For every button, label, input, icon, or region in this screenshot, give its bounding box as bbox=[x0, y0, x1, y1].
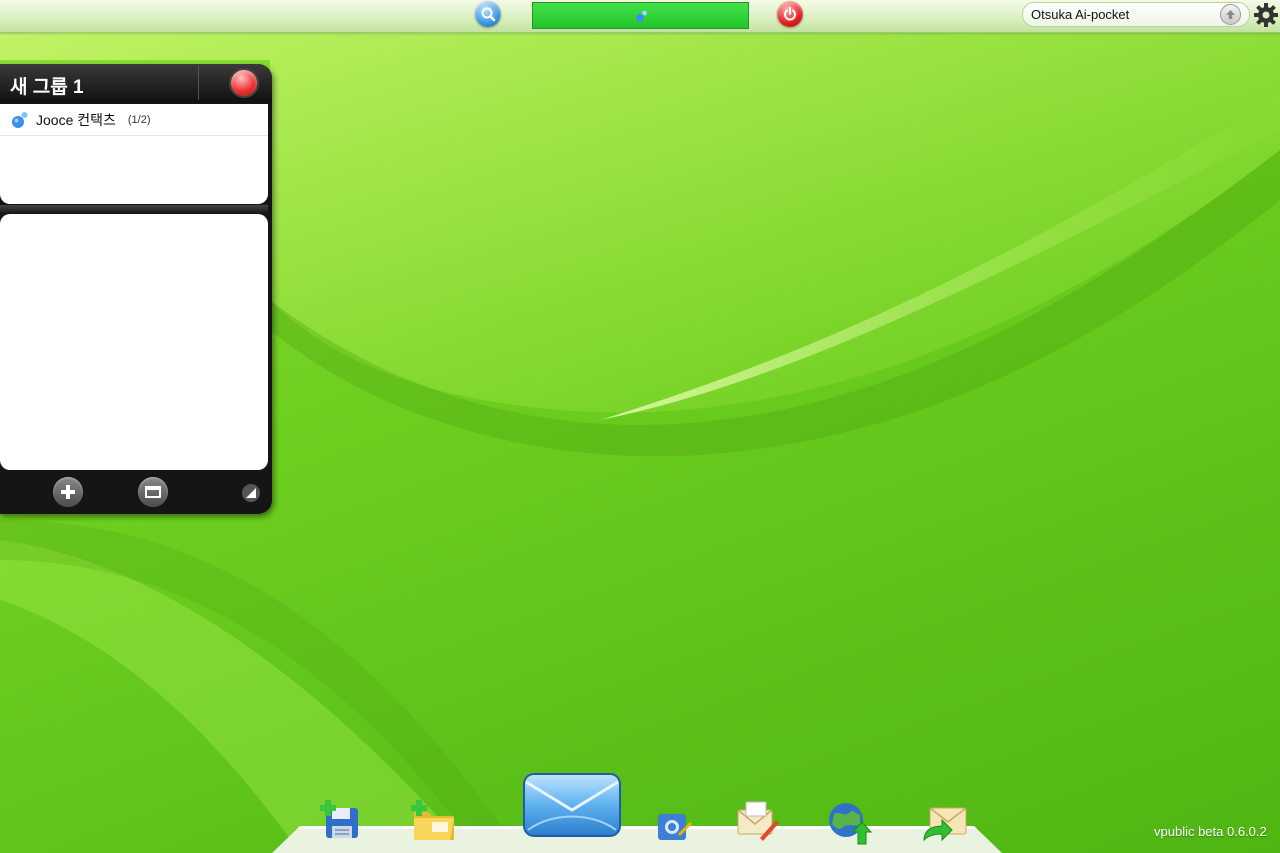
header-divider bbox=[198, 66, 199, 100]
widget-title: 새 그룹 1 bbox=[10, 77, 84, 98]
new-folder-icon[interactable] bbox=[410, 798, 458, 844]
upload-button[interactable] bbox=[1220, 4, 1241, 25]
mail-app-icon[interactable] bbox=[522, 772, 622, 838]
search-button[interactable] bbox=[475, 1, 501, 27]
upload-arrow-icon bbox=[1226, 10, 1235, 19]
add-button[interactable] bbox=[53, 477, 83, 507]
window-icon bbox=[145, 486, 161, 498]
resize-icon[interactable] bbox=[241, 483, 261, 503]
power-icon bbox=[784, 7, 796, 21]
power-button[interactable] bbox=[777, 1, 803, 27]
contact-panel: Jooce 컨택츠 (1/2) bbox=[0, 104, 268, 204]
window-button[interactable] bbox=[138, 477, 168, 507]
save-new-icon[interactable] bbox=[320, 798, 364, 842]
plus-icon bbox=[61, 485, 75, 499]
widget-content-panel bbox=[0, 214, 268, 470]
contact-count: (1/2) bbox=[127, 113, 151, 126]
search-icon bbox=[481, 7, 496, 22]
contact-icon bbox=[12, 111, 28, 128]
dock-shelf bbox=[272, 826, 1002, 853]
close-icon[interactable] bbox=[231, 70, 257, 96]
contact-name: Jooce 컨택츠 bbox=[36, 111, 116, 128]
top-bar: Otsuka Ai-pocket bbox=[0, 0, 1280, 33]
photo-upload-icon[interactable] bbox=[654, 806, 694, 846]
widget-header[interactable]: 새 그룹 1 bbox=[0, 64, 272, 102]
widget-footer bbox=[0, 474, 272, 514]
user-status-icon bbox=[635, 10, 647, 22]
desktop: Otsuka Ai-pocket 새 그룹 1 Jooce 컨택츠 (1/2) … bbox=[0, 0, 1280, 853]
web-upload-icon[interactable] bbox=[826, 798, 874, 846]
group-widget: 새 그룹 1 Jooce 컨택츠 (1/2) bbox=[0, 64, 272, 514]
version-label: vpublic beta 0.6.0.2 bbox=[1154, 824, 1267, 839]
panel-divider[interactable] bbox=[0, 205, 268, 213]
list-item[interactable]: Jooce 컨택츠 (1/2) bbox=[0, 104, 268, 136]
presence-status-bar[interactable] bbox=[532, 2, 749, 29]
account-name: Otsuka Ai-pocket bbox=[1031, 7, 1130, 22]
account-field[interactable]: Otsuka Ai-pocket bbox=[1022, 2, 1250, 27]
mail-forward-icon[interactable] bbox=[920, 804, 968, 846]
gear-icon[interactable] bbox=[1253, 2, 1279, 28]
compose-mail-icon[interactable] bbox=[736, 800, 780, 844]
